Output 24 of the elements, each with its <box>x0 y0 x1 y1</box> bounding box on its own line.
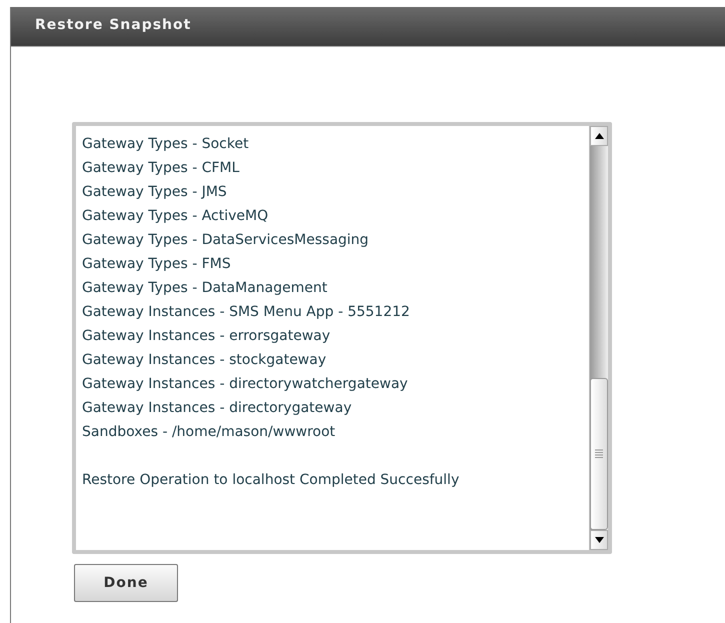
log-line: Gateway Instances - directorywatchergateway <box>82 375 409 394</box>
log-line: Gateway Types - CFML <box>82 159 240 178</box>
log-line: Gateway Types - DataManagement <box>82 279 328 298</box>
log-line: Gateway Instances - SMS Menu App - 5551212 <box>82 303 411 322</box>
scroll-thumb[interactable] <box>590 378 608 530</box>
log-line: Sandboxes - /home/mason/wwwroot <box>82 423 336 442</box>
log-line: Gateway Types - DataServicesMessaging <box>82 231 370 250</box>
grip-icon <box>595 449 603 459</box>
log-line: Gateway Types - JMS <box>82 183 228 202</box>
scrollbar[interactable] <box>589 126 608 550</box>
dialog-title: Restore Snapshot <box>11 7 725 47</box>
log-line: Gateway Types - FMS <box>82 255 232 274</box>
log-line: Gateway Instances - directorygateway <box>82 399 353 418</box>
scroll-up-button[interactable] <box>590 126 608 146</box>
log-line: Gateway Types - ActiveMQ <box>82 207 270 226</box>
log-text-area[interactable] <box>72 122 612 554</box>
down-arrow-icon <box>594 537 604 543</box>
up-arrow-icon <box>594 133 604 139</box>
log-line: Gateway Types - Socket <box>82 135 250 154</box>
status-message: Restore Operation to localhost Completed Succesfully <box>82 471 460 490</box>
done-button[interactable]: Done <box>74 564 178 602</box>
log-line: Gateway Instances - stockgateway <box>82 351 328 370</box>
scroll-down-button[interactable] <box>590 530 608 550</box>
log-line: Gateway Instances - errorsgateway <box>82 327 332 346</box>
